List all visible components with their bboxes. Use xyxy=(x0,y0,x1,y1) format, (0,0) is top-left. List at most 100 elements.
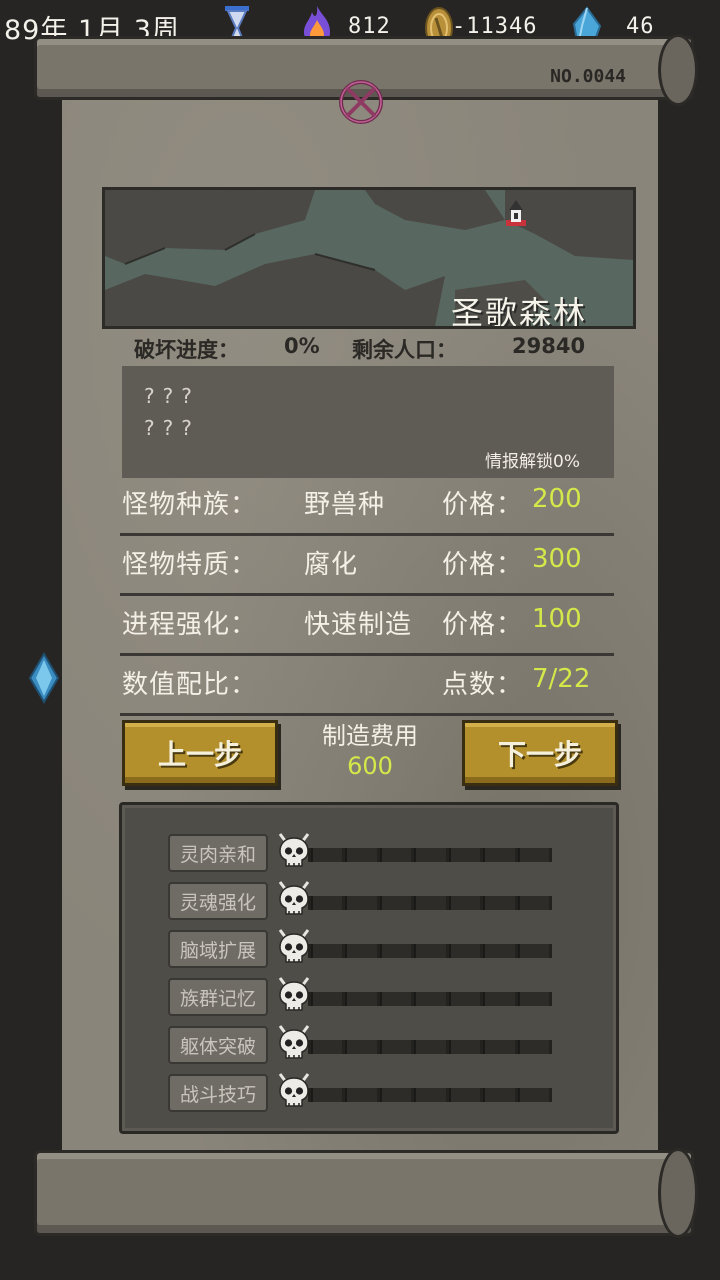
stat-level-segment xyxy=(379,896,412,910)
stat-level-bar[interactable] xyxy=(308,992,552,1006)
attribute-row-process[interactable]: 进程强化： 快速制造 价格： 100 xyxy=(120,598,614,656)
stat-level-segment xyxy=(414,896,446,910)
stat-level-segment xyxy=(345,1088,377,1102)
stat-level-segment xyxy=(345,848,377,862)
destroy-progress-value: 0% xyxy=(284,334,320,358)
stat-level-segment xyxy=(448,992,481,1006)
stat-level-segment xyxy=(311,1088,343,1102)
attribute-label: 怪物特质： xyxy=(122,550,258,580)
stat-level-bar[interactable] xyxy=(308,1040,552,1054)
stat-row: 战斗技巧 xyxy=(168,1073,568,1114)
divider xyxy=(120,533,614,536)
prev-step-button[interactable]: 上一步 xyxy=(122,720,278,786)
price-label: 价格： xyxy=(442,490,524,520)
intel-line-1: ??? xyxy=(144,384,200,408)
region-name: 圣歌森林 xyxy=(450,294,587,329)
cost-value: 600 xyxy=(347,752,393,780)
stat-level-segment xyxy=(483,1040,515,1054)
skull-icon xyxy=(276,926,312,966)
stat-level-segment xyxy=(379,1040,412,1054)
attribute-label: 进程强化： xyxy=(122,610,258,640)
stat-name-button[interactable]: 灵魂强化 xyxy=(168,882,268,920)
stat-level-segment xyxy=(483,896,515,910)
stat-level-segment xyxy=(311,1040,343,1054)
destroy-progress-label: 破坏进度： xyxy=(134,338,239,362)
stat-level-bar[interactable] xyxy=(308,896,552,910)
points-label: 点数： xyxy=(442,670,524,700)
stat-row: 族群记忆 xyxy=(168,977,568,1018)
stat-level-segment xyxy=(414,944,446,958)
stat-level-segment xyxy=(345,896,377,910)
stat-level-bar[interactable] xyxy=(308,848,552,862)
attribute-value: 快速制造 xyxy=(304,610,413,640)
stat-level-segment xyxy=(517,1040,549,1054)
stat-level-segment xyxy=(311,896,343,910)
attribute-value: 野兽种 xyxy=(304,490,386,520)
price-value: 100 xyxy=(532,604,582,634)
attribute-row-trait[interactable]: 怪物特质： 腐化 价格： 300 xyxy=(120,538,614,596)
skull-icon xyxy=(276,878,312,918)
scroll-bottom-roll xyxy=(34,1150,694,1236)
stat-row: 灵魂强化 xyxy=(168,881,568,922)
stat-level-segment xyxy=(517,848,549,862)
intel-unlock-progress: 情报解锁0% xyxy=(485,452,580,472)
castle-marker-icon[interactable] xyxy=(503,198,529,234)
stat-name-button[interactable]: 族群记忆 xyxy=(168,978,268,1016)
stat-level-segment xyxy=(448,1088,481,1102)
stat-level-segment xyxy=(414,992,446,1006)
attribute-label: 怪物种族： xyxy=(122,490,258,520)
stat-level-segment xyxy=(483,944,515,958)
demon-sigil-icon xyxy=(335,76,387,132)
stat-level-segment xyxy=(345,944,377,958)
stat-level-segment xyxy=(517,896,549,910)
stat-level-segment xyxy=(517,1088,549,1102)
stat-name-button[interactable]: 脑域扩展 xyxy=(168,930,268,968)
stat-level-segment xyxy=(311,992,343,1006)
intel-box: ??? ??? 情报解锁0% xyxy=(122,366,614,478)
stat-level-segment xyxy=(448,896,481,910)
stat-name-button[interactable]: 灵肉亲和 xyxy=(168,834,268,872)
stat-row: 灵肉亲和 xyxy=(168,833,568,874)
serial-number: NO.0044 xyxy=(550,66,626,87)
skull-icon xyxy=(276,1070,312,1110)
stat-level-bar[interactable] xyxy=(308,944,552,958)
stat-level-segment xyxy=(379,944,412,958)
cost-label: 制造费用 xyxy=(322,722,418,750)
remaining-population-value: 29840 xyxy=(512,334,586,358)
stat-level-segment xyxy=(379,992,412,1006)
stat-level-segment xyxy=(448,944,481,958)
stat-level-segment xyxy=(414,1040,446,1054)
stat-level-segment xyxy=(517,992,549,1006)
divider xyxy=(120,593,614,596)
side-crystal-icon[interactable] xyxy=(28,652,60,708)
skull-icon xyxy=(276,830,312,870)
stat-level-segment xyxy=(345,992,377,1006)
stat-level-segment xyxy=(448,848,481,862)
stat-level-segment xyxy=(483,1088,515,1102)
stat-name-button[interactable]: 躯体突破 xyxy=(168,1026,268,1064)
stat-level-segment xyxy=(517,944,549,958)
points-value: 7/22 xyxy=(532,664,591,694)
intel-line-2: ??? xyxy=(144,416,200,440)
attribute-value: 腐化 xyxy=(304,550,359,580)
stat-level-segment xyxy=(311,848,343,862)
stat-level-segment xyxy=(448,1040,481,1054)
skull-icon xyxy=(276,1022,312,1062)
attribute-row-race[interactable]: 怪物种族： 野兽种 价格： 200 xyxy=(120,478,614,536)
price-label: 价格： xyxy=(442,550,524,580)
ratio-row: 数值配比： 点数： 7/22 xyxy=(120,658,614,716)
ratio-label: 数值配比： xyxy=(122,670,258,700)
scroll-panel: NO.0044 圣歌森林 破坏进度： 0% 剩余人口： 29840 ??? ??… xyxy=(0,0,720,1280)
stat-level-bar[interactable] xyxy=(308,1088,552,1102)
price-value: 200 xyxy=(532,484,582,514)
remaining-population-label: 剩余人口： xyxy=(352,338,457,362)
stat-level-segment xyxy=(414,848,446,862)
stat-level-segment xyxy=(311,944,343,958)
stat-level-segment xyxy=(379,1088,412,1102)
stat-name-button[interactable]: 战斗技巧 xyxy=(168,1074,268,1112)
next-step-button[interactable]: 下一步 xyxy=(462,720,618,786)
region-map[interactable]: 圣歌森林 xyxy=(102,187,636,329)
skull-icon xyxy=(276,974,312,1014)
stat-row: 脑域扩展 xyxy=(168,929,568,970)
stat-level-segment xyxy=(414,1088,446,1102)
